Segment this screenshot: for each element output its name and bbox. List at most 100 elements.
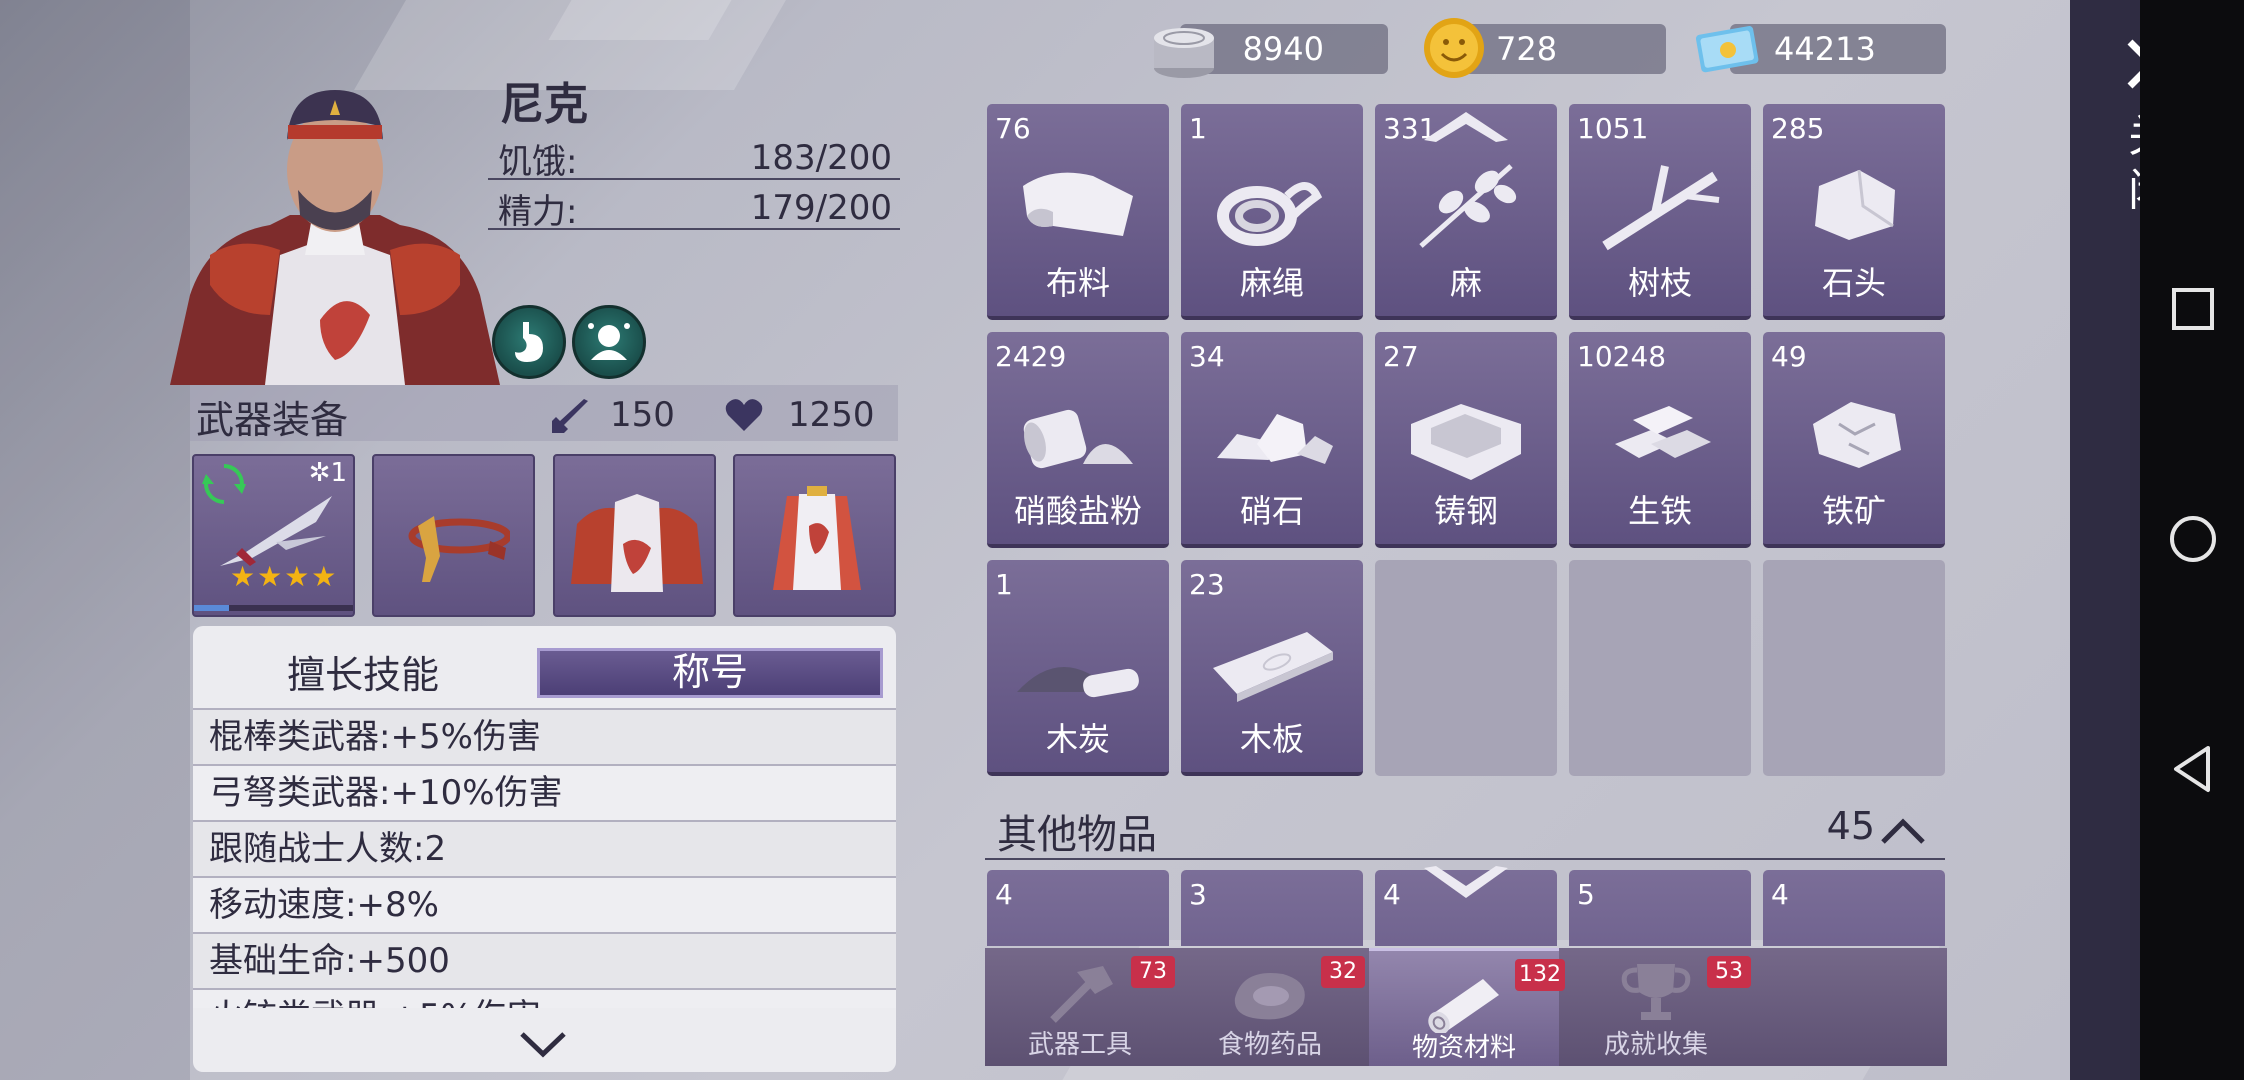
- character-name: 尼克: [500, 79, 588, 130]
- hemp-leaf-icon: [1419, 164, 1517, 248]
- tab-title[interactable]: 称号: [537, 648, 883, 698]
- cloak-slot[interactable]: [733, 454, 896, 617]
- inventory-item-charcoal[interactable]: 1 木炭: [987, 560, 1169, 776]
- inventory-item-nitrate-powder[interactable]: 2429 硝酸盐粉: [987, 332, 1169, 548]
- heart-icon: [725, 399, 763, 431]
- stone-icon: [1815, 169, 1895, 240]
- inventory-item-saltpeter[interactable]: 34 硝石: [1181, 332, 1363, 548]
- silver-coins-icon: [1154, 28, 1214, 78]
- meat-icon: [1234, 973, 1305, 1020]
- inventory-item-cast-steel[interactable]: 27 铸钢: [1375, 332, 1557, 548]
- item-count: 4: [1771, 878, 1789, 911]
- tab-weapons-tools[interactable]: 73 武器工具: [985, 948, 1175, 1066]
- iron-ore-icon: [1813, 402, 1901, 468]
- scroll-up-chevron-icon[interactable]: [1420, 108, 1512, 144]
- item-name: 铸钢: [1433, 492, 1498, 530]
- item-name: 硝酸盐粉: [1013, 492, 1142, 530]
- item-name: 麻: [1449, 264, 1482, 302]
- inventory-item-hemp-rope[interactable]: 1 麻绳: [1181, 104, 1363, 320]
- equipment-header: 武器装备 150 1250: [190, 385, 898, 442]
- other-items-header[interactable]: 其他物品 45: [985, 800, 1945, 860]
- item-count: 10248: [1577, 340, 1667, 373]
- wood-plank-icon: [1213, 632, 1333, 702]
- steel-ingot-icon: [1411, 404, 1521, 480]
- rope-icon: [1217, 182, 1323, 246]
- tab-food-medicine[interactable]: 32 食物药品: [1175, 948, 1365, 1066]
- empty-slot: [1763, 560, 1945, 776]
- scroll-down-arrow-icon[interactable]: [1420, 864, 1512, 904]
- back-icon[interactable]: [2168, 744, 2218, 794]
- tab-badge: 53: [1707, 956, 1751, 988]
- item-count: 1: [995, 568, 1013, 601]
- charcoal-icon: [1017, 667, 1139, 698]
- item-name: 硝石: [1239, 492, 1304, 530]
- item-name: 树枝: [1627, 264, 1692, 302]
- tab-label: 武器工具: [1027, 1030, 1132, 1060]
- empty-slot: [1375, 560, 1557, 776]
- skills-panel: 擅长技能 称号 棍棒类武器:+5%伤害 弓弩类武器:+10%伤害 跟随战士人数:…: [193, 626, 896, 1072]
- iron-bars-icon: [1615, 406, 1711, 458]
- tab-label: 食物药品: [1217, 1030, 1322, 1060]
- skill-row: 基础生命:+500: [193, 932, 896, 988]
- item-count: 1: [1189, 112, 1207, 145]
- weapon-star-rating: ★★★★: [230, 560, 339, 593]
- ticket-icon: [1695, 26, 1759, 73]
- tab-label: 物资材料: [1411, 1033, 1516, 1063]
- item-name: 木板: [1239, 720, 1304, 758]
- item-count: 23: [1189, 568, 1225, 601]
- skill-list[interactable]: 棍棒类武器:+5%伤害 弓弩类武器:+10%伤害 跟随战士人数:2 移动速度:+…: [193, 708, 896, 1008]
- tab-label: 成就收集: [1603, 1030, 1708, 1060]
- inventory-item-branch[interactable]: 1051 树枝: [1569, 104, 1751, 320]
- other-items-title: 其他物品: [997, 812, 1157, 858]
- armor-slot[interactable]: [553, 454, 716, 617]
- item-name: 铁矿: [1821, 492, 1886, 530]
- other-item[interactable]: 4: [1763, 870, 1945, 946]
- empty-slot: [1569, 560, 1751, 776]
- recent-apps-icon[interactable]: [2168, 284, 2218, 334]
- skill-row: 弓弩类武器:+10%伤害: [193, 764, 896, 820]
- inventory-item-pig-iron[interactable]: 10248 生铁: [1569, 332, 1751, 548]
- energy-label: 精力:: [498, 192, 578, 232]
- other-item[interactable]: 3: [1181, 870, 1363, 946]
- other-items-count: 45: [1826, 804, 1875, 848]
- tab-skills[interactable]: 擅长技能: [193, 644, 533, 697]
- inventory-item-iron-ore[interactable]: 49 铁矿: [1763, 332, 1945, 548]
- log-icon: [1428, 979, 1499, 1033]
- tab-badge: 132: [1515, 959, 1565, 991]
- energy-value: 179/200: [750, 188, 892, 228]
- skill-row: 棍棒类武器:+5%伤害: [193, 708, 896, 764]
- item-name: 生铁: [1627, 492, 1692, 530]
- health-value: 1250: [788, 395, 875, 435]
- inventory-item-cloth[interactable]: 76 布料: [987, 104, 1169, 320]
- hammer-icon: [1050, 966, 1113, 1023]
- item-count: 34: [1189, 340, 1225, 373]
- weapon-slot[interactable]: ✲1 ★★★★: [192, 454, 355, 617]
- horse-saddle-icon: [408, 516, 510, 582]
- spirit-status-icon[interactable]: [572, 305, 646, 379]
- armor-icon: [571, 494, 703, 592]
- hunger-value: 183/200: [750, 138, 892, 178]
- item-count: 1051: [1577, 112, 1649, 145]
- item-count: 2429: [995, 340, 1067, 373]
- mount-slot[interactable]: [372, 454, 535, 617]
- inventory-item-stone[interactable]: 285 石头: [1763, 104, 1945, 320]
- powder-bag-icon: [1023, 409, 1133, 469]
- gold-amount: 728: [1496, 30, 1558, 68]
- character-portrait: [170, 90, 500, 385]
- tab-achievements[interactable]: 53 成就收集: [1561, 948, 1751, 1066]
- other-item[interactable]: 4: [987, 870, 1169, 946]
- item-count: 27: [1383, 340, 1419, 373]
- weapon-durability-bar: [194, 605, 353, 611]
- inventory-item-plank[interactable]: 23 木板: [1181, 560, 1363, 776]
- skill-row: 跟随战士人数:2: [193, 820, 896, 876]
- stomach-status-icon[interactable]: [492, 305, 566, 379]
- weapon-durability-fill: [194, 605, 229, 611]
- saltpeter-rocks-icon: [1217, 414, 1333, 464]
- scroll-down-chevron-icon[interactable]: [518, 1030, 568, 1060]
- collapse-chevron-icon[interactable]: [1879, 816, 1927, 846]
- branch-icon: [1602, 165, 1720, 251]
- tab-materials[interactable]: 132 物资材料: [1369, 948, 1565, 1066]
- other-item[interactable]: 5: [1569, 870, 1751, 946]
- skill-row: 火铳类武器:+5%伤害: [193, 988, 896, 1008]
- home-icon[interactable]: [2168, 514, 2218, 564]
